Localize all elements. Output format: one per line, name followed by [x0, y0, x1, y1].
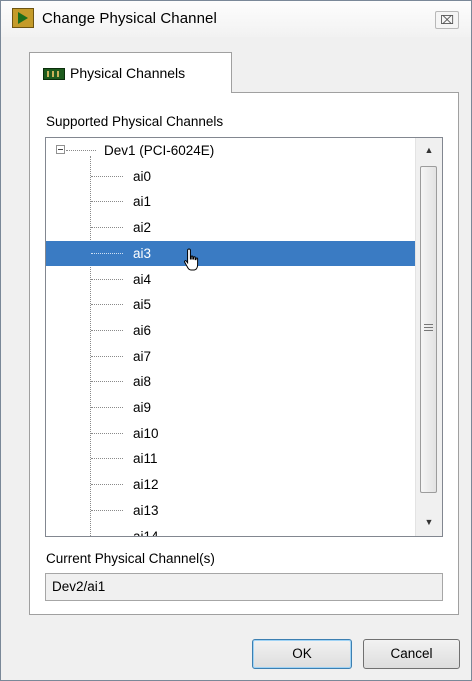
daq-card-icon — [43, 68, 65, 80]
current-channel-label: Current Physical Channel(s) — [46, 551, 215, 566]
tree-item-label: ai0 — [133, 168, 152, 184]
tree-item-ai11[interactable]: ai11 — [46, 446, 416, 471]
grip-icon — [424, 324, 433, 331]
tab-label: Physical Channels — [70, 65, 186, 81]
tree-item-ai12[interactable]: ai12 — [46, 472, 416, 497]
close-icon: ⌧ — [440, 13, 454, 27]
tree-item-ai6[interactable]: ai6 — [46, 318, 416, 343]
tree-item-label: ai8 — [133, 374, 152, 390]
tab-physical-channels[interactable]: Physical Channels — [29, 52, 232, 93]
tree-item-ai13[interactable]: ai13 — [46, 498, 416, 523]
tree-item-ai5[interactable]: ai5 — [46, 292, 416, 317]
tree-item-label: ai13 — [133, 502, 159, 518]
tree-item-label: ai5 — [133, 297, 152, 313]
labview-app-icon — [12, 8, 34, 28]
tree-item-ai3[interactable]: ai3 — [46, 240, 416, 266]
tree-item-label: ai6 — [133, 322, 152, 338]
tree-root-label: Dev1 (PCI-6024E) — [104, 143, 215, 158]
cancel-button[interactable]: Cancel — [363, 639, 460, 669]
tree-item-ai7[interactable]: ai7 — [46, 344, 416, 369]
tree-item-label: ai4 — [133, 271, 152, 287]
tree-item-ai14[interactable]: ai14 — [46, 524, 416, 537]
tree-item-label: ai3 — [133, 245, 152, 261]
vertical-scrollbar[interactable]: ▲ ▼ — [415, 138, 442, 536]
tree-item-ai2[interactable]: ai2 — [46, 215, 416, 240]
tree-item-ai8[interactable]: ai8 — [46, 369, 416, 394]
tree-root-dev1[interactable]: Dev1 (PCI-6024E) — [46, 138, 416, 163]
current-channel-field: Dev2/ai1 — [45, 573, 443, 601]
tree-item-label: ai11 — [133, 451, 158, 467]
close-button[interactable]: ⌧ — [435, 11, 459, 29]
tree-item-label: ai1 — [133, 194, 152, 210]
tree-item-label: ai9 — [133, 400, 152, 415]
tree-item-label: ai2 — [133, 220, 152, 236]
tree-item-label: ai7 — [133, 348, 152, 364]
title-bar[interactable]: Change Physical Channel ⌧ — [1, 1, 471, 37]
window-title: Change Physical Channel — [42, 10, 217, 27]
tree-item-label: ai14 — [133, 528, 159, 537]
scroll-up-icon[interactable]: ▲ — [416, 140, 442, 160]
ok-button[interactable]: OK — [252, 639, 352, 669]
collapse-icon[interactable] — [56, 145, 65, 154]
tree-item-ai10[interactable]: ai10 — [46, 421, 416, 446]
tree-item-ai4[interactable]: ai4 — [46, 267, 416, 292]
scroll-down-icon[interactable]: ▼ — [416, 512, 442, 532]
tree-item-ai1[interactable]: ai1 — [46, 189, 416, 214]
hand-pointer-icon — [184, 248, 199, 271]
tree-item-ai9[interactable]: ai9 — [46, 395, 416, 420]
tree-item-ai0[interactable]: ai0 — [46, 164, 416, 189]
scrollbar-thumb[interactable] — [420, 166, 437, 493]
channel-tree[interactable]: Dev1 (PCI-6024E) ai0 ai1 ai2 ai3 ai4 ai5 ai6 ai… — [45, 137, 443, 537]
tree-item-label: ai10 — [133, 425, 159, 441]
supported-channels-label: Supported Physical Channels — [46, 114, 224, 129]
tree-item-label: ai12 — [133, 477, 159, 493]
